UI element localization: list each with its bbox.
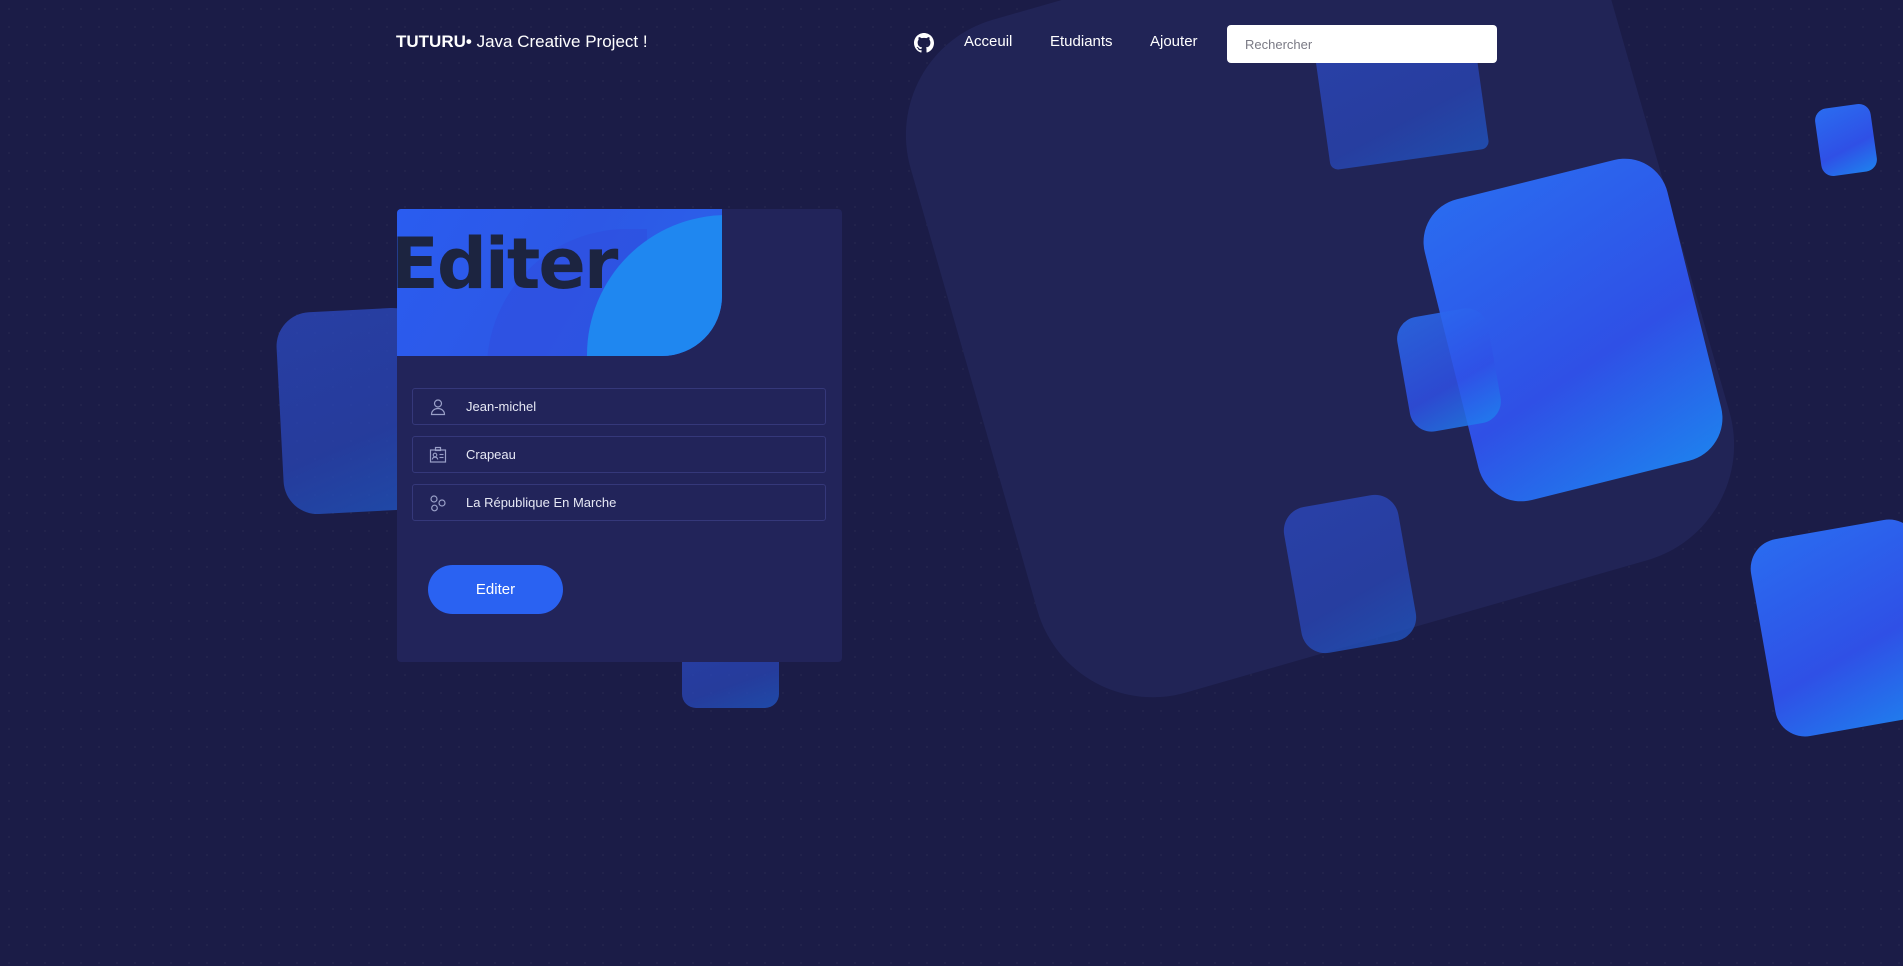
molecule-icon (430, 495, 446, 512)
party-field[interactable]: La République En Marche (412, 484, 826, 521)
lastname-field[interactable]: Crapeau (412, 436, 826, 473)
firstname-field[interactable]: Jean-michel (412, 388, 826, 425)
firstname-value: Jean-michel (466, 399, 537, 414)
decor-square (1393, 304, 1505, 436)
page-title: Editer (397, 223, 618, 305)
user-icon (430, 399, 446, 416)
edit-card: Editer Jean-michel Crapeau La République… (397, 209, 842, 662)
brand-bold: TUTURU• (396, 32, 472, 51)
nav-acceuil[interactable]: Acceuil (964, 33, 1012, 50)
search-input[interactable] (1227, 25, 1497, 63)
decor-square (1745, 514, 1903, 742)
brand-logo[interactable]: TUTURU• Java Creative Project ! (396, 32, 648, 52)
party-value: La République En Marche (466, 495, 617, 510)
nav-ajouter[interactable]: Ajouter (1150, 33, 1198, 50)
github-icon[interactable] (914, 33, 934, 53)
decor-square (1813, 102, 1879, 178)
brand-text: Java Creative Project ! (476, 32, 648, 51)
id-card-icon (429, 446, 447, 463)
submit-edit-button[interactable]: Editer (428, 565, 563, 614)
card-header: Editer (397, 209, 722, 356)
lastname-value: Crapeau (466, 447, 516, 462)
nav-etudiants[interactable]: Etudiants (1050, 33, 1113, 50)
